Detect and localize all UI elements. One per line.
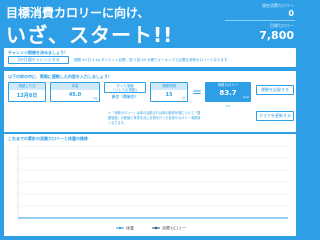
- exercise-type-sublabel: (ジムでの運動): [113, 87, 137, 92]
- current-calorie-value: 0: [288, 9, 294, 18]
- exercise-date-field[interactable]: 運動した日 12月8日: [8, 82, 46, 102]
- legend-label: 消費カロリー: [162, 225, 186, 231]
- challenge-note: 期間 90 日 5 kg ダイエット目標、週 3 回 60 分間ウォーキングで必…: [74, 58, 228, 62]
- exercise-date-label: 運動した日: [9, 83, 45, 90]
- legend-marker: [154, 226, 158, 230]
- exercise-type-header: 行った運動 (ジムでの運動): [104, 82, 146, 93]
- exercise-duration-unit: 分: [181, 96, 185, 100]
- stats-panel: 現在消費カロリー 0 目標カロリー 7,800: [221, 2, 297, 46]
- weight-field[interactable]: 体重 45.0 kg: [50, 82, 100, 102]
- exercise-input-section: 以下の枠の中に、実際に運動した内容を入力しましょう！ 運動した日 12月8日 体…: [4, 71, 296, 132]
- stats-divider: [225, 20, 295, 21]
- update-graph-button[interactable]: グラフを更新する: [256, 111, 294, 121]
- challenge-section: チャレンジ期間を決めましょう！ 3か月間チャレンジする 期間 90 日 5 kg…: [4, 48, 296, 67]
- exercise-date-value: 12月8日: [16, 93, 38, 99]
- header: 目標消費カロリーに向け、 いざ、スタート!! 現在消費カロリー 0 目標カロリー…: [0, 0, 300, 48]
- three-month-challenge-button[interactable]: 3か月間チャレンジする: [8, 56, 69, 64]
- exercise-duration-field[interactable]: 運動時間 15 分: [150, 82, 188, 102]
- calorie-note: ＊「消費カロリー」は体の活動または体の動作状態について「運動強度」の数値と体重を…: [108, 111, 201, 125]
- headline-line2: いざ、スタート!!: [6, 23, 174, 47]
- chart-section: これまでの累計の消費カロリーと体重の推移 体重 消費カロリー: [4, 134, 296, 236]
- legend-marker: [118, 226, 122, 230]
- equals-sign: =: [191, 85, 203, 99]
- record-exercise-button[interactable]: 運動を記録する: [256, 85, 294, 95]
- exercise-duration-label: 運動時間: [151, 83, 187, 90]
- exercise-type-value: 歩き（早歩き）: [111, 94, 139, 99]
- legend-label: 体重: [126, 225, 134, 231]
- calorie-result-unit: kcal: [242, 95, 249, 99]
- progress-chart: 体重 消費カロリー: [17, 145, 288, 231]
- input-heading: 以下の枠の中に、実際に運動した内容を入力しましょう！: [8, 74, 112, 79]
- exercise-duration-value: 15: [165, 92, 173, 98]
- exercise-type-select[interactable]: 行った運動 (ジムでの運動) 歩き（早歩き）: [104, 82, 146, 102]
- weight-value: 45.0: [68, 92, 82, 98]
- calorie-result-label: 消費カロリー: [217, 83, 239, 87]
- weight-label: 体重: [51, 83, 99, 90]
- target-calorie-value: 7,800: [259, 29, 294, 42]
- weight-unit: kg: [93, 96, 97, 100]
- calorie-progress-percent: 1%: [225, 104, 231, 108]
- calorie-result-box: 消費カロリー 83.7 kcal 1%: [205, 82, 251, 108]
